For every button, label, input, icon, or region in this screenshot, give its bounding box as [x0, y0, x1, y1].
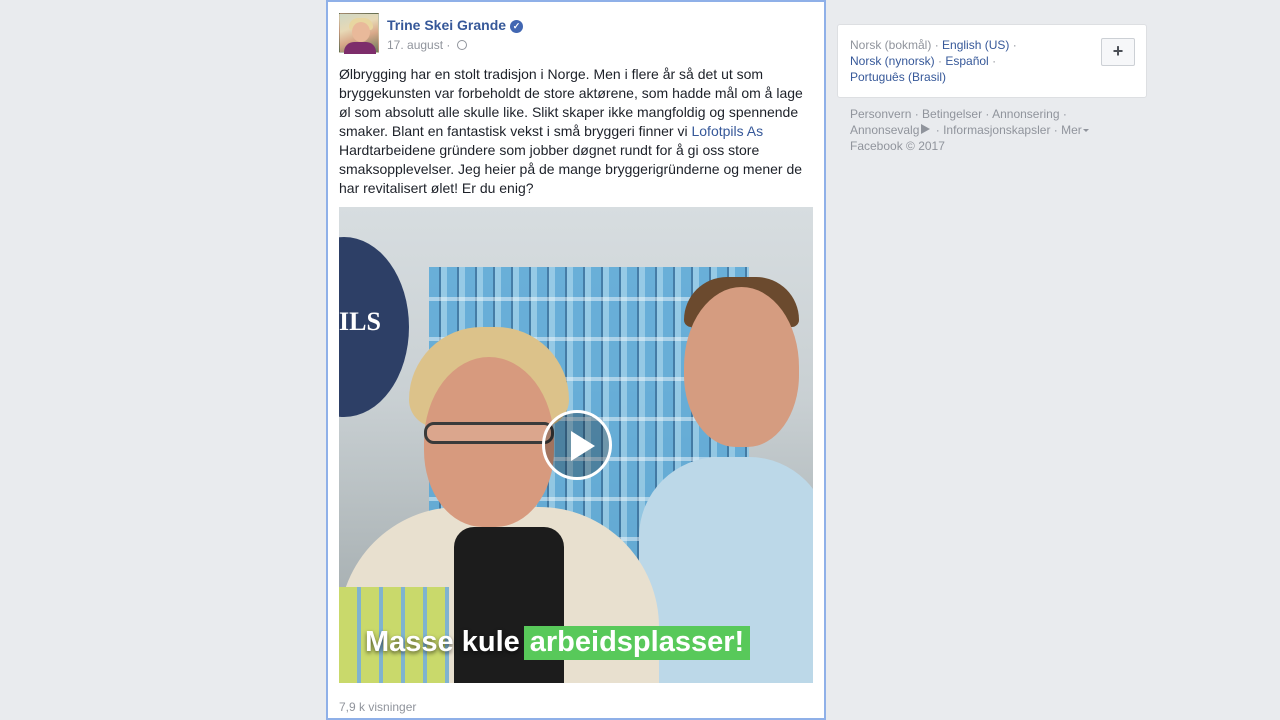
language-english[interactable]: English (US) — [942, 38, 1009, 52]
adchoices-icon[interactable] — [921, 124, 931, 134]
meta-separator: · — [443, 38, 454, 52]
footer-links: Personvern · Betingelser · Annonsering ·… — [850, 106, 1140, 154]
language-list: Norsk (bokmål) · English (US) · Norsk (n… — [850, 38, 1017, 84]
language-nynorsk[interactable]: Norsk (nynorsk) — [850, 54, 935, 68]
footer-betingelser[interactable]: Betingelser — [922, 107, 982, 121]
brand-logo-text: ILS — [339, 307, 381, 336]
add-language-button[interactable]: + — [1101, 38, 1135, 66]
footer-annonsevalg[interactable]: Annonsevalg — [850, 123, 919, 137]
video-player[interactable]: ILS Masse kule arbeidsplasser! — [339, 207, 813, 683]
post-card: Trine Skei Grande ✓ 17. august · Ølbryggi… — [326, 0, 826, 720]
lofotpils-link[interactable]: Lofotpils As — [691, 123, 763, 139]
caption-part1: Masse kule — [365, 626, 520, 658]
post-meta: 17. august · — [387, 38, 467, 52]
footer-informasjonskapsler[interactable]: Informasjonskapsler — [943, 123, 1050, 137]
language-card: Norsk (bokmål) · English (US) · Norsk (n… — [837, 24, 1147, 98]
caret-down-icon[interactable] — [1082, 129, 1089, 132]
footer-annonsering[interactable]: Annonsering — [992, 107, 1059, 121]
caption-part2: arbeidsplasser! — [523, 626, 751, 660]
post-date[interactable]: 17. august — [387, 38, 443, 52]
language-espanol[interactable]: Español — [945, 54, 988, 68]
post-text: Ølbrygging har en stolt tradisjon i Norg… — [339, 65, 811, 198]
author-avatar[interactable] — [339, 13, 379, 54]
language-current: Norsk (bokmål) — [850, 38, 932, 52]
view-count: 7,9 k visninger — [339, 700, 417, 714]
author-name[interactable]: Trine Skei Grande ✓ — [387, 17, 524, 33]
post-text-part2: Hardtarbeidene gründere som jobber døgne… — [339, 142, 803, 196]
globe-icon[interactable] — [456, 40, 467, 50]
footer-copyright: Facebook © 2017 — [850, 139, 945, 153]
author-name-text[interactable]: Trine Skei Grande — [387, 17, 506, 33]
language-portugues[interactable]: Português (Brasil) — [850, 70, 946, 84]
play-icon[interactable] — [542, 410, 612, 480]
verified-badge-icon: ✓ — [510, 20, 524, 33]
video-caption: Masse kule arbeidsplasser! — [365, 623, 751, 661]
footer-personvern[interactable]: Personvern — [850, 107, 911, 121]
footer-mer[interactable]: Mer — [1061, 123, 1082, 137]
